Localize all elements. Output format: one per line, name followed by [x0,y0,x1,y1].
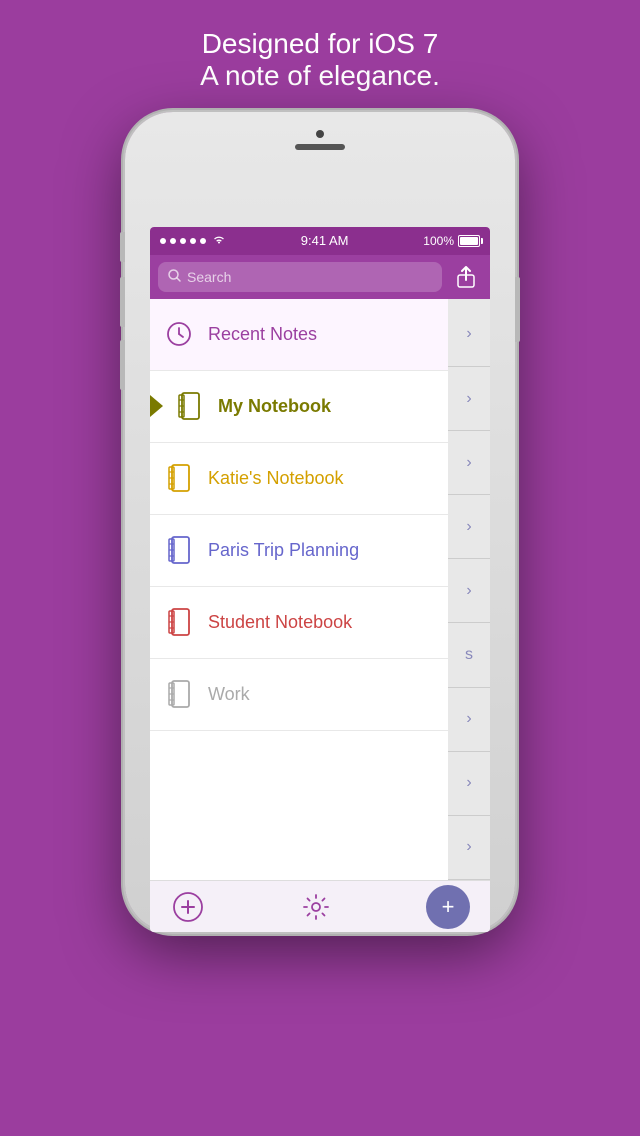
bottom-bar: + [150,880,490,932]
tagline-line2: A note of elegance. [200,60,440,92]
sidebar-chevron-8[interactable]: › [448,816,490,880]
signal-dot-2 [170,238,176,244]
sidebar-chevron-7[interactable]: › [448,752,490,816]
notebook-icon [164,535,194,565]
search-box[interactable]: Search [158,262,442,292]
notebooks-panel: Recent Notes My Notebook [150,299,448,880]
tagline-section: Designed for iOS 7 A note of elegance. [200,0,440,112]
clock-icon [164,319,194,349]
notebook-icon [164,679,194,709]
battery-icon [458,235,480,247]
search-placeholder: Search [187,269,231,285]
work-label: Work [208,684,434,705]
battery-percent: 100% [423,234,454,248]
add-note-button[interactable] [170,889,206,925]
battery-fill [460,237,478,245]
settings-button[interactable] [298,889,334,925]
content-area: Recent Notes My Notebook [150,299,490,880]
status-time: 9:41 AM [301,233,349,248]
list-item[interactable]: Student Notebook [150,587,448,659]
signal-dots [160,238,206,244]
signal-dot-5 [200,238,206,244]
right-sidebar: › › › › › s › › › [448,299,490,880]
phone-shell: 9:41 AM 100% Search [125,112,515,932]
speaker [295,144,345,150]
signal-dot-3 [180,238,186,244]
active-indicator [150,395,163,417]
notebook-icon [164,463,194,493]
status-left [160,234,226,248]
recent-notes-label: Recent Notes [208,324,434,345]
list-item[interactable]: Paris Trip Planning [150,515,448,587]
tagline-line1: Designed for iOS 7 [200,28,440,60]
sidebar-chevron-1[interactable]: › [448,303,490,367]
katies-notebook-label: Katie's Notebook [208,468,434,489]
status-bar: 9:41 AM 100% [150,227,490,255]
fab-add-button[interactable]: + [426,885,470,929]
list-item[interactable]: Recent Notes [150,299,448,371]
signal-dot-1 [160,238,166,244]
toolbar: Search [150,255,490,299]
list-item[interactable]: Work [150,659,448,731]
volume-down-button [120,340,125,390]
sidebar-chevron-5[interactable]: › [448,559,490,623]
status-right: 100% [423,234,480,248]
signal-dot-4 [190,238,196,244]
sidebar-label-s[interactable]: s [448,623,490,687]
phone-top [125,112,515,169]
volume-up-button [120,277,125,327]
notebook-icon [174,391,204,421]
sidebar-chevron-6[interactable]: › [448,688,490,752]
sidebar-chevron-2[interactable]: › [448,367,490,431]
paris-label: Paris Trip Planning [208,540,434,561]
phone-screen: 9:41 AM 100% Search [150,227,490,932]
list-item[interactable]: Katie's Notebook [150,443,448,515]
camera [316,130,324,138]
search-icon [168,269,181,285]
power-button [515,277,520,342]
share-button[interactable] [450,261,482,293]
sidebar-chevron-4[interactable]: › [448,495,490,559]
my-notebook-label: My Notebook [218,396,434,417]
list-item[interactable]: My Notebook [150,371,448,443]
notebook-icon [164,607,194,637]
wifi-icon [212,234,226,248]
student-notebook-label: Student Notebook [208,612,434,633]
sidebar-chevron-3[interactable]: › [448,431,490,495]
